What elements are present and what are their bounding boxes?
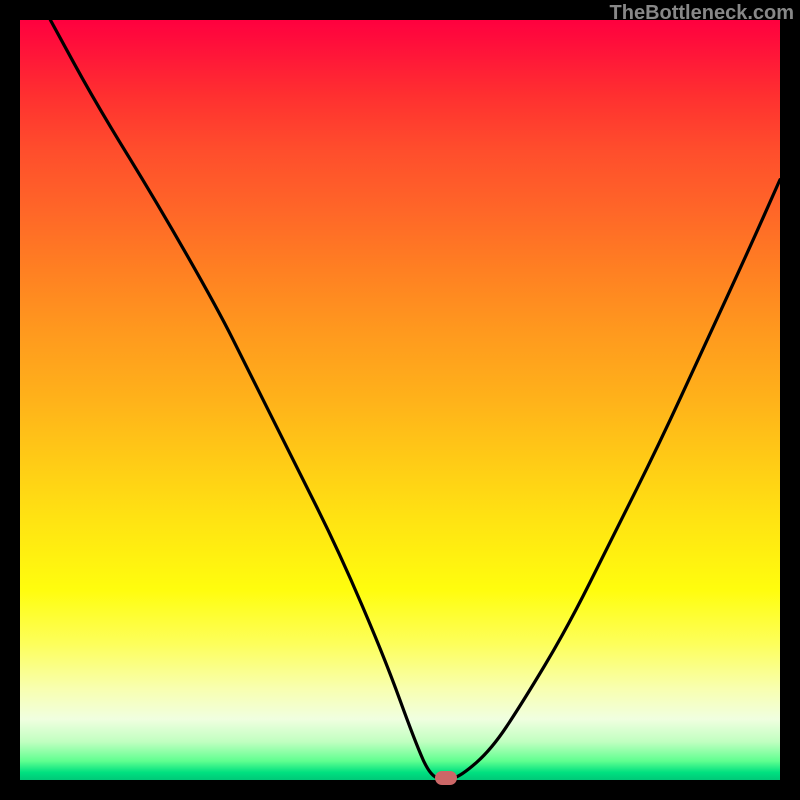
chart-container: TheBottleneck.com [0, 0, 800, 800]
attribution-label: TheBottleneck.com [610, 2, 794, 25]
plot-area [20, 20, 780, 780]
optimal-marker [435, 771, 457, 785]
bottleneck-curve [20, 20, 780, 780]
